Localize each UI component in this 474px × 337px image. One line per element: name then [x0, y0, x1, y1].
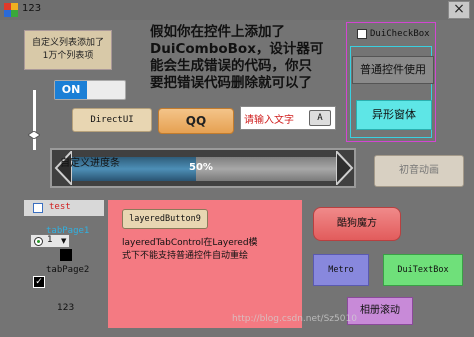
list-info-line1: 自定义列表添加了	[31, 38, 104, 48]
note-line1: 假如你在控件上添加了	[150, 24, 285, 40]
progress-percent: 50%	[189, 162, 213, 173]
tab-test-label: test	[49, 202, 71, 212]
dui-checkbox-label: DuiCheckBox	[370, 29, 430, 39]
input-side-button[interactable]: A	[309, 110, 331, 126]
normal-control-button[interactable]: 普通控件使用	[352, 56, 434, 84]
black-square	[60, 249, 72, 261]
directui-button[interactable]: DirectUI	[72, 108, 152, 132]
irregular-window-button[interactable]: 异形窗体	[356, 100, 432, 130]
slider-thumb[interactable]	[28, 131, 40, 139]
list-info-label: 自定义列表添加了 1万个列表项	[24, 30, 112, 70]
list-info-line2: 1万个列表项	[42, 51, 94, 61]
kugou-cube-button[interactable]: 酷狗魔方	[313, 207, 401, 241]
text-input[interactable]: 请输入文字 A	[240, 106, 336, 130]
radio-button[interactable]	[34, 237, 43, 246]
progress-right-arrow-icon	[336, 151, 354, 185]
note-line3: 能会生成错误的代码，你只	[150, 58, 312, 74]
fade-animation-button[interactable]: 初音动画	[374, 155, 464, 187]
combo-value: 1	[47, 235, 53, 245]
on-off-toggle[interactable]: ON	[54, 80, 126, 100]
window-title: 123	[22, 3, 42, 14]
app-icon	[4, 3, 18, 17]
metro-button[interactable]: Metro	[313, 254, 369, 286]
note-line2: DuiComboBox，设计器可	[150, 41, 324, 57]
tab-test-checkbox[interactable]	[33, 203, 43, 213]
layered-note-line1: layeredTabControl在Layered模	[122, 238, 258, 248]
chevron-down-icon[interactable]: ▼	[61, 237, 66, 245]
radio-combo[interactable]: 1 ▼	[30, 234, 70, 248]
title-bar	[0, 0, 474, 20]
label-123: 123	[57, 303, 75, 313]
duitextbox-button[interactable]: DuiTextBox	[383, 254, 463, 286]
tab-page2[interactable]: tabPage2	[46, 265, 89, 275]
dui-checkbox[interactable]	[357, 29, 367, 39]
progress-label: 自定义进度条	[60, 158, 120, 169]
vertical-slider-track[interactable]	[33, 90, 36, 150]
layered-note-line2: 式下不能支持普通控件自动重绘	[122, 251, 249, 261]
radio-selected-dot	[37, 240, 40, 243]
toggle-label: ON	[55, 81, 87, 99]
close-button[interactable]: ×	[448, 1, 470, 19]
layered-note: layeredTabControl在Layered模 式下不能支持普通控件自动重…	[122, 237, 298, 263]
watermark: http://blog.csdn.net/Sz5010	[232, 314, 357, 324]
layered-button[interactable]: layeredButton9	[122, 209, 208, 229]
note-line4: 要把错误代码删除就可以了	[150, 75, 312, 91]
input-placeholder: 请输入文字	[244, 115, 294, 126]
checked-checkbox[interactable]: ✓	[33, 276, 45, 288]
qq-button[interactable]: QQ	[158, 108, 234, 134]
combobox-note: 假如你在控件上添加了 DuiComboBox，设计器可 能会生成错误的代码，你只…	[150, 24, 350, 92]
progress-bar-remaining	[196, 157, 336, 181]
